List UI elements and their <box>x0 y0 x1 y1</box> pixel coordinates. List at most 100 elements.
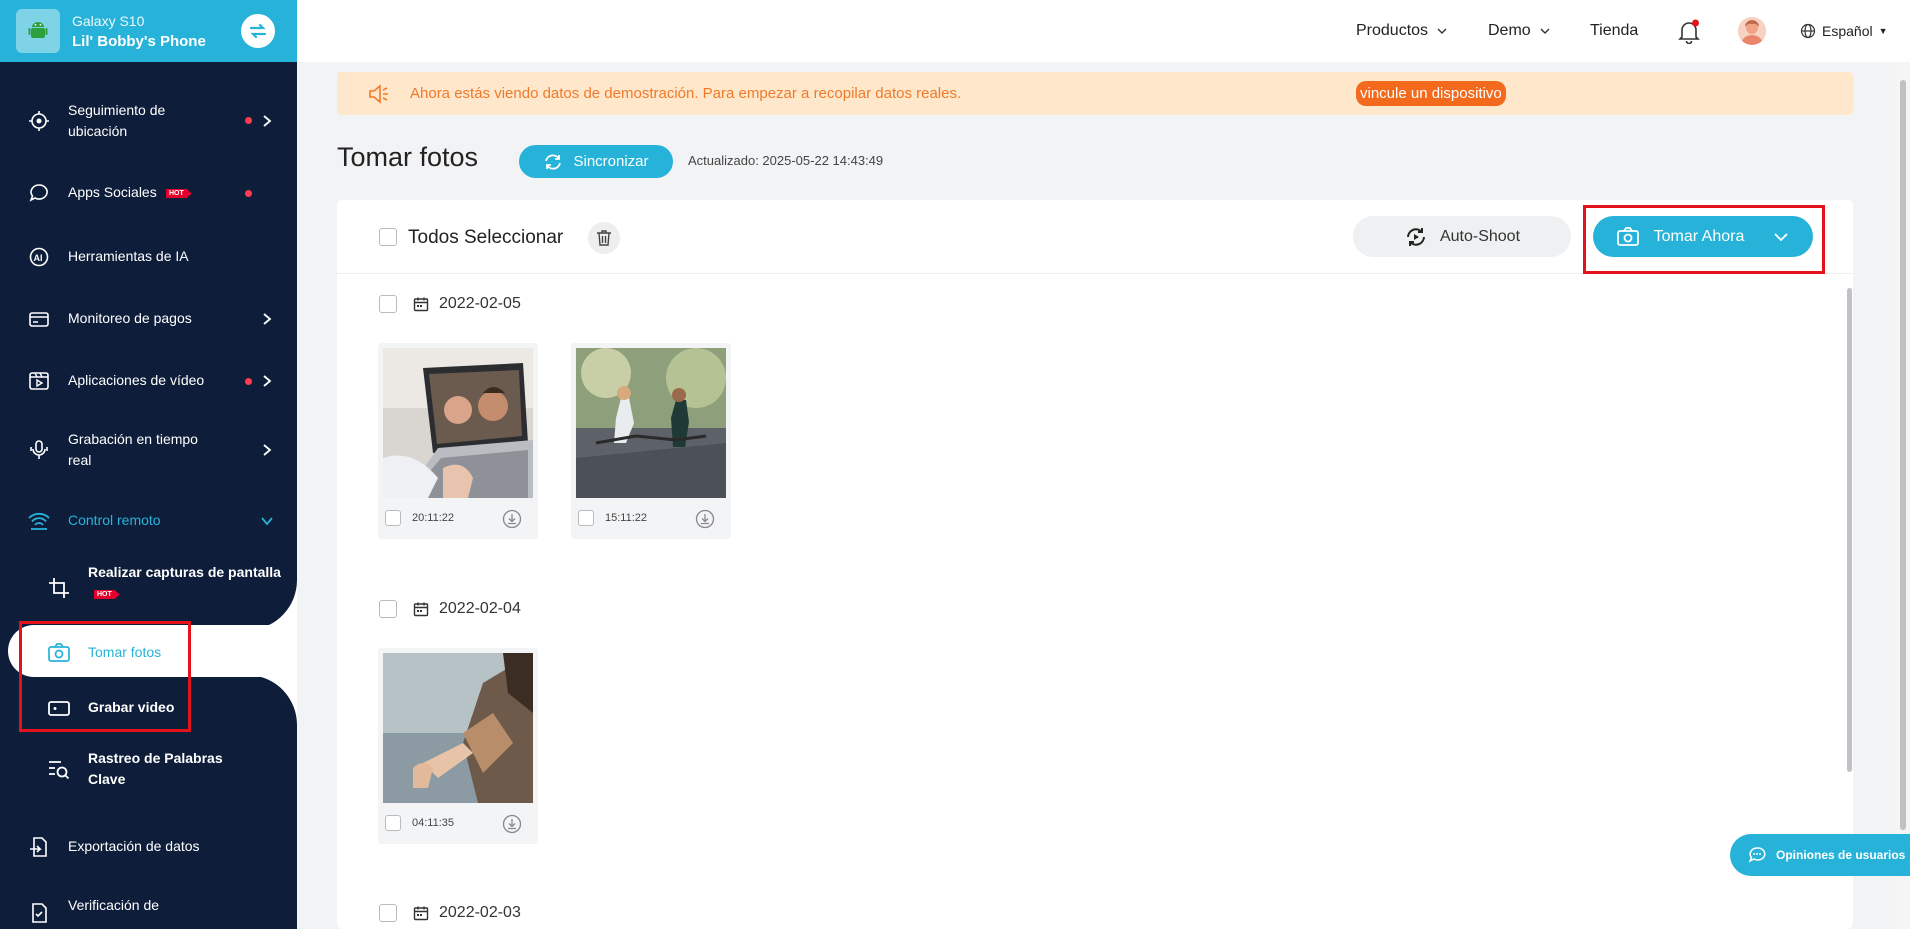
credit-card-icon <box>27 307 51 331</box>
calendar-icon <box>413 602 429 617</box>
hot-badge: HOT <box>94 590 120 599</box>
photo-checkbox[interactable] <box>385 510 401 526</box>
language-label: Español <box>1822 23 1873 39</box>
chevron-down-icon <box>1540 28 1550 34</box>
top-navbar: Productos Demo Tienda Español ▼ <box>297 0 1910 62</box>
video-clapper-icon <box>27 369 51 393</box>
photo-card[interactable]: 04:11:35 <box>378 648 538 844</box>
calendar-icon <box>413 297 429 312</box>
panel-scrollbar[interactable] <box>1847 288 1852 772</box>
nav-productos[interactable]: Productos <box>1356 22 1448 40</box>
photo-time: 15:11:22 <box>605 512 648 524</box>
date-group-checkbox[interactable] <box>379 904 397 922</box>
demo-banner: Ahora estás viendo datos de demostración… <box>337 72 1853 115</box>
date-label: 2022-02-05 <box>439 295 521 312</box>
photo-thumbnail[interactable] <box>383 348 533 498</box>
device-model: Galaxy S10 <box>72 12 145 29</box>
nav-demo-label: Demo <box>1488 22 1531 39</box>
sidebar-item-label: Apps Sociales <box>68 184 157 200</box>
sync-icon <box>545 154 562 169</box>
date-label: 2022-02-03 <box>439 904 521 921</box>
sidebar-item-remote-control[interactable]: Control remoto <box>0 509 297 533</box>
caret-down-icon: ▼ <box>1878 26 1888 36</box>
photo-footer: 20:11:22 <box>378 501 538 537</box>
page-title: Tomar fotos <box>337 142 479 172</box>
sidebar-item-ai-tools[interactable]: AI Herramientas de IA <box>0 245 297 269</box>
sidebar-item-video-apps[interactable]: Aplicaciones de vídeo <box>0 369 297 393</box>
trash-icon <box>597 230 611 246</box>
auto-shoot-label: Auto-Shoot <box>1439 227 1521 245</box>
photo-time: 20:11:22 <box>412 512 455 524</box>
photo-card[interactable]: 20:11:22 <box>378 343 538 539</box>
sidebar-item-label: Herramientas de IA <box>68 248 189 264</box>
sync-button[interactable]: Sincronizar <box>519 145 673 178</box>
sidebar-item-verification[interactable]: Verificación de <box>0 895 297 923</box>
panel-toolbar: Todos Seleccionar Auto-Shoot Tomar Ahora <box>337 200 1853 274</box>
feedback-button[interactable]: Opiniones de usuarios <box>1730 834 1910 876</box>
date-group-checkbox[interactable] <box>379 295 397 313</box>
select-all-label: Todos Seleccionar <box>408 227 564 248</box>
nav-demo[interactable]: Demo <box>1488 22 1551 40</box>
photo-footer: 04:11:35 <box>378 806 538 842</box>
photo-footer: 15:11:22 <box>571 501 731 537</box>
download-icon[interactable] <box>502 814 522 834</box>
language-selector[interactable]: Español ▼ <box>1800 23 1888 39</box>
highlight-box <box>1583 205 1825 274</box>
chat-bubble-icon <box>27 181 51 205</box>
app-root: Galaxy S10 Lil' Bobby's Phone Seguimient… <box>0 0 1910 929</box>
sidebar-item-label: Exportación de datos <box>68 838 200 854</box>
nav-tienda-label: Tienda <box>1590 22 1639 39</box>
sidebar-item-label: Monitoreo de pagos <box>68 310 192 326</box>
chevron-right-icon <box>263 313 272 325</box>
sidebar-subitem-screenshots[interactable]: Realizar capturas de pantalla HOT <box>0 562 297 602</box>
date-group-header: 2022-02-05 <box>379 295 521 313</box>
sidebar-item-realtime-recording[interactable]: Grabación en tiempo real <box>0 429 297 471</box>
speaker-icon <box>369 84 388 104</box>
link-device-link[interactable]: vincule un dispositivo <box>1356 81 1506 106</box>
switch-device-icon[interactable] <box>241 14 275 48</box>
download-icon[interactable] <box>695 509 715 529</box>
sidebar-item-payments[interactable]: Monitoreo de pagos <box>0 307 297 331</box>
sidebar-item-data-export[interactable]: Exportación de datos <box>0 835 297 859</box>
nav-productos-label: Productos <box>1356 22 1429 39</box>
date-group-header: 2022-02-04 <box>379 600 521 618</box>
delete-button[interactable] <box>588 222 620 254</box>
crop-icon <box>47 576 71 600</box>
device-header[interactable]: Galaxy S10 Lil' Bobby's Phone <box>0 0 297 62</box>
photo-checkbox[interactable] <box>578 510 594 526</box>
wifi-remote-icon <box>27 509 51 533</box>
date-label: 2022-02-04 <box>439 600 521 617</box>
verification-icon <box>27 901 51 925</box>
download-icon[interactable] <box>502 509 522 529</box>
date-group-checkbox[interactable] <box>379 600 397 618</box>
chevron-right-icon <box>263 444 272 456</box>
chat-bubbles-icon <box>1748 847 1766 863</box>
photo-checkbox[interactable] <box>385 815 401 831</box>
photo-card[interactable]: 15:11:22 <box>571 343 731 539</box>
sidebar-item-label: Control remoto <box>68 512 161 528</box>
banner-text: Ahora estás viendo datos de demostración… <box>410 85 962 102</box>
hot-badge: HOT <box>166 189 192 198</box>
select-all-checkbox[interactable] <box>379 228 397 246</box>
photo-thumbnail[interactable] <box>383 653 533 803</box>
highlight-box <box>19 621 191 732</box>
photo-thumbnail[interactable] <box>576 348 726 498</box>
bell-icon[interactable] <box>1676 18 1702 45</box>
auto-shoot-icon <box>1406 227 1425 246</box>
location-target-icon <box>27 109 51 133</box>
page-scrollbar[interactable] <box>1896 62 1910 929</box>
sidebar-item-location[interactable]: Seguimiento de ubicación <box>0 100 297 142</box>
auto-shoot-button[interactable]: Auto-Shoot <box>1353 216 1571 257</box>
nav-tienda[interactable]: Tienda <box>1590 22 1638 40</box>
notification-dot <box>245 117 252 124</box>
updated-timestamp: Actualizado: 2025-05-22 14:43:49 <box>688 153 884 168</box>
sidebar-item-label: Aplicaciones de vídeo <box>68 372 205 388</box>
avatar[interactable] <box>1738 17 1766 45</box>
page-scrollbar-thumb[interactable] <box>1900 80 1906 830</box>
android-icon <box>16 9 60 53</box>
photo-time: 04:11:35 <box>412 817 455 829</box>
sidebar-subitem-label: Rastreo de Palabras Clave <box>88 750 223 787</box>
sidebar-subitem-keyword-tracking[interactable]: Rastreo de Palabras Clave <box>0 748 297 790</box>
sidebar-item-social-apps[interactable]: Apps Sociales HOT <box>0 181 297 205</box>
notification-dot <box>245 378 252 385</box>
